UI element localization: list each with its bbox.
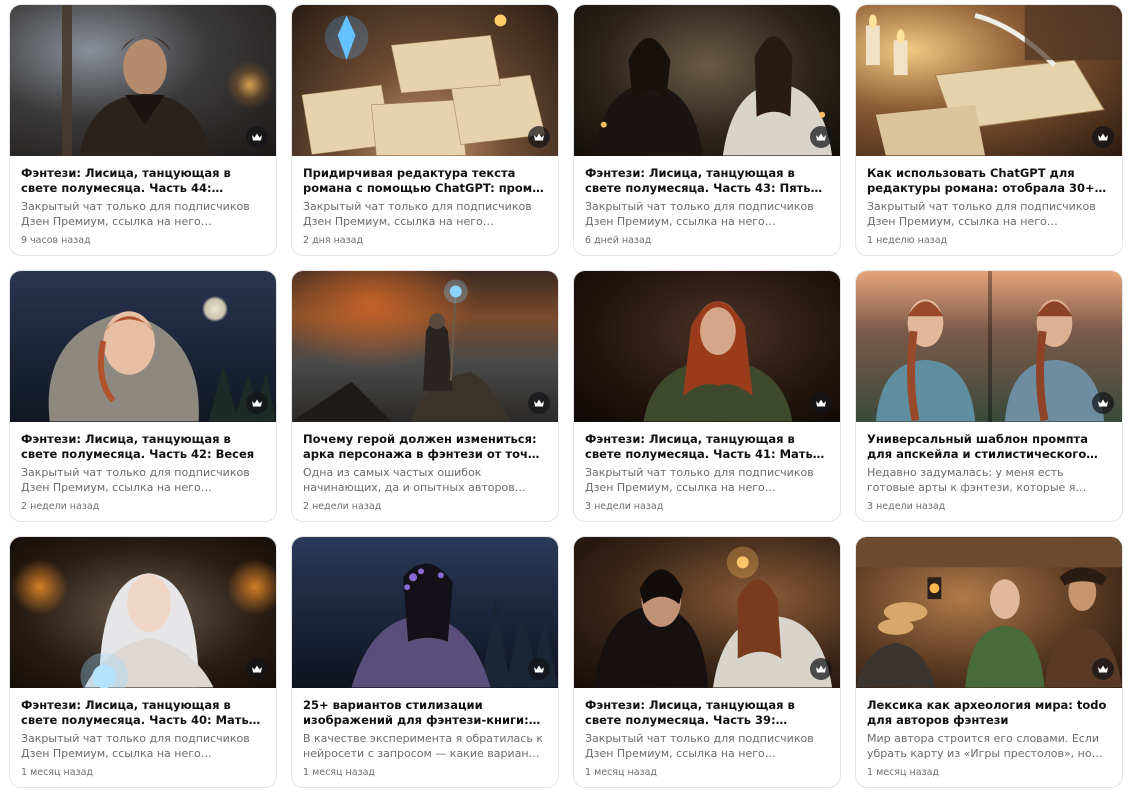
premium-crown-icon [246,392,268,414]
article-thumbnail[interactable] [856,271,1122,422]
article-snippet: Закрытый чат только для подписчиков Дзен… [585,466,814,494]
article-snippet: Мир автора строится его словами. Если уб… [867,732,1103,760]
article-card[interactable]: Фэнтези: Лисица, танцующая в свете полум… [573,4,841,256]
article-title[interactable]: Фэнтези: Лисица, танцующая в свете полум… [21,432,265,462]
article-snippet: Закрытый чат только для подписчиков Дзен… [21,200,250,228]
premium-crown-icon [1092,126,1114,148]
article-card[interactable]: Фэнтези: Лисица, танцующая в свете полум… [573,536,841,788]
article-card[interactable]: Фэнтези: Лисица, танцующая в свете полум… [9,4,277,256]
article-card[interactable]: Лексика как археология мира: todo для ав… [855,536,1123,788]
premium-crown-icon [246,658,268,680]
article-snippet: Закрытый чат только для подписчиков Дзен… [867,200,1096,228]
article-snippet: В качестве эксперимента я обратилась к н… [303,732,543,760]
article-card[interactable]: Фэнтези: Лисица, танцующая в свете полум… [9,536,277,788]
article-date: 6 дней назад [585,235,652,246]
article-thumbnail[interactable] [856,5,1122,156]
article-date: 1 месяц назад [21,767,93,778]
article-date: 1 месяц назад [867,767,939,778]
premium-crown-icon [1092,658,1114,680]
article-snippet: Недавно задумалась: у меня есть готовые … [867,466,1087,494]
article-date: 1 месяц назад [303,767,375,778]
article-date: 1 неделю назад [867,235,948,246]
premium-crown-icon [810,392,832,414]
article-card[interactable]: Фэнтези: Лисица, танцующая в свете полум… [9,270,277,522]
article-snippet: Закрытый чат только для подписчиков Дзен… [21,732,250,760]
article-snippet: Закрытый чат только для подписчиков Дзен… [303,200,532,228]
premium-crown-icon [1092,392,1114,414]
article-thumbnail[interactable] [10,5,276,156]
article-thumbnail[interactable] [574,271,840,422]
article-thumbnail[interactable] [574,5,840,156]
article-thumbnail[interactable] [856,537,1122,688]
premium-crown-icon [810,126,832,148]
premium-crown-icon [246,126,268,148]
article-thumbnail[interactable] [292,537,558,688]
article-snippet: Закрытый чат только для подписчиков Дзен… [585,200,814,228]
article-thumbnail[interactable] [10,271,276,422]
article-grid: Фэнтези: Лисица, танцующая в свете полум… [0,0,1132,802]
article-card[interactable]: Придирчивая редактура текста романа с по… [291,4,559,256]
article-card[interactable]: Почему герой должен измениться: арка пер… [291,270,559,522]
article-title[interactable]: Фэнтези: Лисица, танцующая в свете полум… [585,166,829,196]
article-date: 2 дня назад [303,235,364,246]
article-title[interactable]: Придирчивая редактура текста романа с по… [303,166,547,196]
premium-crown-icon [528,392,550,414]
article-snippet: Закрытый чат только для подписчиков Дзен… [21,466,250,494]
article-snippet: Закрытый чат только для подписчиков Дзен… [585,732,814,760]
article-title[interactable]: Лексика как археология мира: todo для ав… [867,698,1111,728]
article-title[interactable]: Почему герой должен измениться: арка пер… [303,432,547,462]
article-date: 1 месяц назад [585,767,657,778]
article-date: 3 недели назад [585,501,664,512]
article-card[interactable]: 25+ вариантов стилизации изображений для… [291,536,559,788]
article-thumbnail[interactable] [292,5,558,156]
premium-crown-icon [528,126,550,148]
premium-crown-icon [528,658,550,680]
article-date: 2 недели назад [21,501,100,512]
article-date: 3 недели назад [867,501,946,512]
article-title[interactable]: Фэнтези: Лисица, танцующая в свете полум… [21,166,265,196]
article-title[interactable]: Фэнтези: Лисица, танцующая в свете полум… [21,698,265,728]
article-snippet: Одна из самых частых ошибок начинающих, … [303,466,526,494]
article-card[interactable]: Как использовать ChatGPT для редактуры р… [855,4,1123,256]
article-thumbnail[interactable] [292,271,558,422]
article-thumbnail[interactable] [574,537,840,688]
article-title[interactable]: 25+ вариантов стилизации изображений для… [303,698,547,728]
premium-crown-icon [810,658,832,680]
article-thumbnail[interactable] [10,537,276,688]
article-date: 9 часов назад [21,235,91,246]
article-title[interactable]: Фэнтези: Лисица, танцующая в свете полум… [585,698,829,728]
article-title[interactable]: Фэнтези: Лисица, танцующая в свете полум… [585,432,829,462]
article-card[interactable]: Фэнтези: Лисица, танцующая в свете полум… [573,270,841,522]
article-card[interactable]: Универсальный шаблон промпта для апскейл… [855,270,1123,522]
article-title[interactable]: Как использовать ChatGPT для редактуры р… [867,166,1111,196]
article-title[interactable]: Универсальный шаблон промпта для апскейл… [867,432,1111,462]
article-date: 2 недели назад [303,501,382,512]
